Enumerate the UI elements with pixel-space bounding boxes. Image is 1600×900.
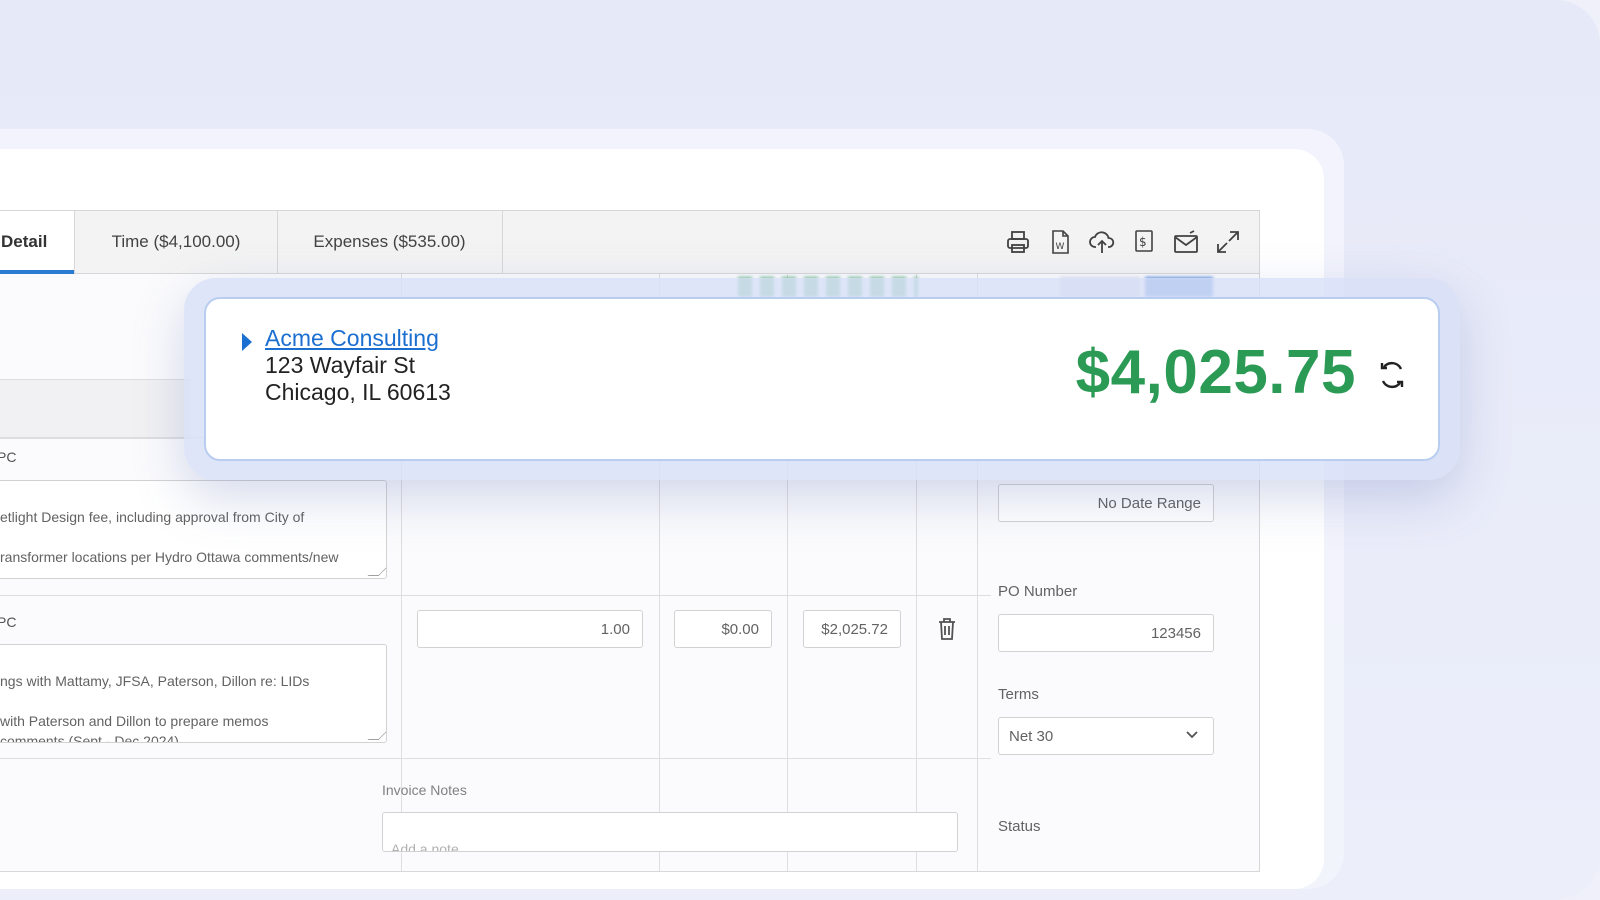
row-2-quantity[interactable]: 1.00: [417, 610, 643, 648]
invoice-notes-input[interactable]: Add a note: [382, 812, 958, 852]
cloud-upload-icon[interactable]: [1087, 227, 1117, 257]
tab-detail[interactable]: Detail: [0, 211, 75, 274]
row-1-description[interactable]: etlight Design fee, including approval f…: [0, 480, 387, 579]
tab-bar: Detail Time ($4,100.00) Expenses ($535.0…: [0, 211, 1259, 274]
tab-detail-label: Detail: [1, 232, 48, 251]
row-divider: [0, 595, 991, 596]
line-items-header: [0, 379, 191, 439]
svg-text:W: W: [1056, 242, 1065, 252]
invoice-total: $4,025.75: [1075, 338, 1356, 407]
invoice-notes-label: Invoice Notes: [382, 782, 467, 798]
refresh-icon[interactable]: [1374, 357, 1410, 393]
invoice-notes-placeholder: Add a note: [391, 841, 459, 852]
po-number-input[interactable]: 123456: [998, 614, 1214, 652]
tab-time-label: Time ($4,100.00): [111, 232, 241, 251]
toolbar: W $: [1003, 227, 1243, 257]
client-name-link[interactable]: Acme Consulting: [265, 325, 439, 352]
row-divider: [0, 758, 991, 759]
status-label: Status: [998, 818, 1041, 835]
po-number-label: PO Number: [998, 583, 1078, 600]
tab-expenses-label: Expenses ($535.00): [313, 232, 466, 251]
chevron-down-icon: [1186, 731, 1198, 739]
client-address-line1: 123 Wayfair St: [265, 352, 415, 378]
row-2-description-text: ngs with Mattamy, JFSA, Paterson, Dillon…: [0, 673, 310, 743]
client-address-line2: Chicago, IL 60613: [265, 379, 451, 405]
row-2-description[interactable]: ngs with Mattamy, JFSA, Paterson, Dillon…: [0, 644, 387, 743]
dollar-file-icon[interactable]: $: [1129, 227, 1159, 257]
expand-icon[interactable]: [1213, 227, 1243, 257]
terms-select-value: Net 30: [1009, 727, 1054, 745]
terms-label: Terms: [998, 686, 1039, 703]
resize-handle-icon[interactable]: [367, 565, 386, 576]
terms-select[interactable]: Net 30: [998, 717, 1214, 755]
svg-text:$: $: [1139, 235, 1147, 249]
row-1-description-text: etlight Design fee, including approval f…: [0, 509, 339, 579]
word-export-icon[interactable]: W: [1045, 227, 1075, 257]
row-2-amount[interactable]: $2,025.72: [803, 610, 901, 648]
row-2-rate[interactable]: $0.00: [674, 610, 772, 648]
row-2-code: PC: [0, 614, 17, 630]
date-range-field[interactable]: No Date Range: [998, 484, 1214, 522]
tab-expenses[interactable]: Expenses ($535.00): [277, 211, 503, 273]
resize-handle-icon[interactable]: [367, 729, 386, 740]
tab-time[interactable]: Time ($4,100.00): [75, 211, 278, 273]
email-icon[interactable]: [1171, 227, 1201, 257]
trash-icon[interactable]: [936, 617, 958, 641]
print-icon[interactable]: [1003, 227, 1033, 257]
row-1-code: PC: [0, 449, 17, 465]
client-summary-card: Acme Consulting 123 Wayfair St Chicago, …: [204, 297, 1440, 461]
expand-caret-icon[interactable]: [242, 333, 252, 351]
